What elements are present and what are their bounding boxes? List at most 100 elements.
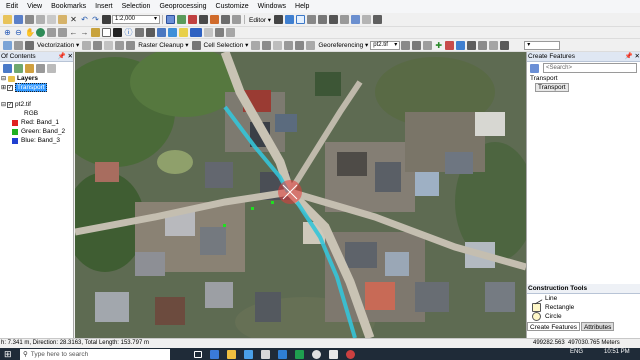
visibility-checkbox[interactable]: ✓ [7, 101, 14, 108]
menu-selection[interactable]: Selection [122, 0, 151, 13]
point-icon[interactable] [318, 15, 328, 24]
clear-selection-icon[interactable] [102, 28, 111, 37]
scale-icon[interactable] [423, 40, 433, 50]
extra-tool-icon[interactable] [500, 40, 510, 50]
vectorization-settings-icon[interactable] [82, 40, 92, 50]
add-data-icon[interactable] [102, 15, 111, 24]
text-tool-icon[interactable] [226, 28, 235, 37]
generate-features-icon[interactable] [93, 40, 103, 50]
raster-painting-icon[interactable] [191, 40, 201, 50]
cut-icon[interactable] [36, 15, 45, 24]
georef-tool-icon[interactable] [467, 40, 477, 50]
edge-icon[interactable] [210, 349, 219, 359]
menu-view[interactable]: View [27, 0, 42, 13]
view-link-table-icon[interactable] [456, 40, 466, 50]
editor-menu[interactable]: Editor ▾ [249, 16, 271, 24]
shift-icon[interactable] [412, 40, 422, 50]
pin-icon[interactable]: 📌 ✕ [58, 52, 73, 61]
template-search-input[interactable]: <Search> [543, 63, 637, 73]
rotate-tool-icon[interactable] [340, 15, 350, 24]
print-icon[interactable] [25, 15, 34, 24]
layer-row-raster[interactable]: ⊟ ✓ pt2.tif [0, 100, 73, 109]
list-by-visibility-icon[interactable] [25, 63, 34, 73]
split-tool-icon[interactable] [329, 15, 339, 24]
editor-toolbar-icon[interactable] [166, 15, 175, 24]
undo-icon[interactable]: ↶ [80, 15, 89, 24]
paste-icon[interactable] [58, 15, 67, 24]
tab-create-features[interactable]: Create Features [527, 322, 580, 331]
visibility-checkbox[interactable]: ✓ [7, 84, 14, 91]
fixed-zoom-in-icon[interactable] [47, 28, 56, 37]
forward-extent-icon[interactable]: → [80, 28, 89, 37]
layer-options-icon[interactable] [204, 28, 213, 37]
draw-tool-icon[interactable] [215, 28, 224, 37]
html-popup-icon[interactable] [168, 28, 177, 37]
straight-segment-icon[interactable] [296, 15, 306, 24]
edit-annotation-icon[interactable] [285, 15, 295, 24]
add-control-points-icon[interactable]: ✚ [434, 41, 443, 50]
word-icon[interactable] [278, 349, 287, 359]
create-features-icon[interactable] [373, 15, 383, 24]
cell-select-icon[interactable] [251, 40, 261, 50]
menu-customize[interactable]: Customize [216, 0, 249, 13]
full-extent-icon[interactable] [36, 28, 45, 37]
find-icon[interactable] [135, 28, 144, 37]
task-view-icon[interactable] [194, 350, 202, 358]
python-icon[interactable] [210, 15, 219, 24]
menu-edit[interactable]: Edit [6, 0, 18, 13]
pin-icon[interactable]: 📌 ✕ [625, 52, 640, 61]
redo-icon[interactable]: ↷ [91, 15, 100, 24]
raster-layer-label[interactable]: pt2.tif [15, 101, 31, 108]
menu-windows[interactable]: Windows [258, 0, 286, 13]
notepad-icon[interactable] [329, 349, 338, 359]
time-slider-icon[interactable] [179, 28, 188, 37]
raster-tool-icon[interactable] [3, 40, 12, 50]
arctoolbox-icon[interactable] [199, 15, 208, 24]
edit-tool-icon[interactable] [274, 15, 284, 24]
model-builder-icon[interactable] [221, 15, 230, 24]
georef-options-icon[interactable] [478, 40, 488, 50]
construction-tool-circle[interactable]: Circle [527, 312, 640, 321]
shape-recognition-icon[interactable] [126, 40, 136, 50]
opera-icon[interactable] [346, 349, 355, 359]
construction-tool-rectangle[interactable]: Rectangle [527, 303, 640, 312]
georef-extra-icon[interactable] [489, 40, 499, 50]
tool-icon[interactable] [232, 15, 241, 24]
cell-selection-menu[interactable]: Cell Selection ▾ [204, 41, 249, 49]
zoom-in-icon[interactable]: ⊕ [3, 28, 12, 37]
transport-layer-label[interactable]: Transport [15, 83, 47, 92]
template-item-transport[interactable]: Transport [527, 83, 640, 92]
cell-clear-icon[interactable] [273, 40, 283, 50]
menu-insert[interactable]: Insert [95, 0, 113, 13]
catalog-icon[interactable] [177, 15, 186, 24]
attributes-icon[interactable] [351, 15, 361, 24]
raster-snapping-icon[interactable] [25, 40, 34, 50]
raster-options-icon[interactable] [14, 40, 23, 50]
mail-icon[interactable] [261, 349, 270, 359]
layers-group-row[interactable]: ⊟ Layers [0, 74, 73, 83]
georef-layer-combo[interactable]: pt2.tif ▾ [370, 40, 401, 50]
clock[interactable]: 10:51 PM [604, 349, 630, 355]
copy-icon[interactable] [47, 15, 56, 24]
georeferencing-menu[interactable]: Georeferencing ▾ [318, 41, 368, 49]
control-point-icon[interactable] [445, 40, 455, 50]
start-icon[interactable]: ⊞ [4, 349, 14, 359]
trace-icon[interactable] [307, 15, 317, 24]
measure-icon[interactable] [146, 28, 155, 37]
list-by-selection-icon[interactable] [36, 63, 45, 73]
raster-erase-icon[interactable] [284, 40, 294, 50]
raster-fill-icon[interactable] [295, 40, 305, 50]
store-icon[interactable] [244, 349, 253, 359]
rotate-icon[interactable] [401, 40, 411, 50]
save-icon[interactable] [14, 15, 23, 24]
color-swatch-icon[interactable] [190, 28, 202, 37]
taskbar-search-input[interactable]: ⚲ Type here to search [20, 348, 170, 360]
delete-icon[interactable]: ✕ [69, 15, 78, 24]
expand-icon[interactable]: ⊞ [1, 84, 6, 91]
fixed-zoom-out-icon[interactable] [58, 28, 67, 37]
collapse-icon[interactable]: ⊟ [1, 75, 6, 82]
menu-bookmarks[interactable]: Bookmarks [51, 0, 86, 13]
raster-cleanup-menu[interactable]: Raster Cleanup ▾ [138, 41, 188, 49]
layer-row-transport[interactable]: ⊞ ✓ Transport [0, 83, 73, 92]
show-preview-icon[interactable] [104, 40, 114, 50]
